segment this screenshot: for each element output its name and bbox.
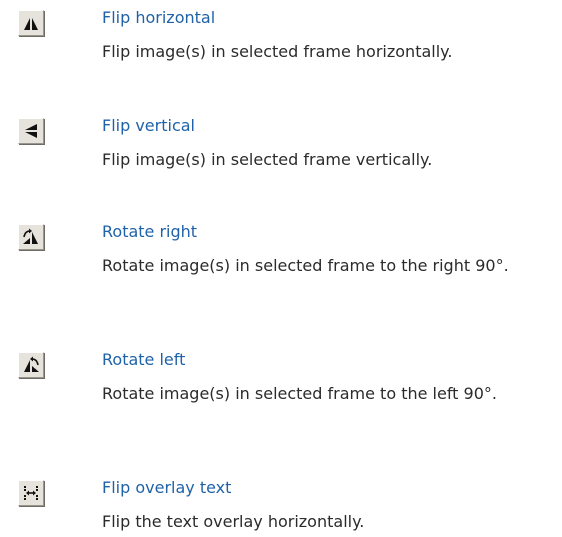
flip-horizontal-icon[interactable] (18, 10, 44, 36)
rotate-left-description: Rotate image(s) in selected frame to the… (102, 384, 497, 403)
rotate-right-description: Rotate image(s) in selected frame to the… (102, 256, 509, 275)
flip-vertical-title: Flip vertical (102, 116, 195, 135)
flip-horizontal-description: Flip image(s) in selected frame horizont… (102, 42, 453, 61)
flip-overlay-text-icon[interactable] (18, 480, 44, 506)
rotate-right-icon[interactable] (18, 224, 44, 250)
flip-overlay-text-title: Flip overlay text (102, 478, 232, 497)
flip-overlay-text-description: Flip the text overlay horizontally. (102, 512, 365, 531)
flip-vertical-description: Flip image(s) in selected frame vertical… (102, 150, 433, 169)
rotate-right-title: Rotate right (102, 222, 198, 241)
rotate-left-icon[interactable] (18, 352, 44, 378)
rotate-left-title: Rotate left (102, 350, 186, 369)
flip-horizontal-title: Flip horizontal (102, 8, 216, 27)
flip-vertical-icon[interactable] (18, 118, 44, 144)
